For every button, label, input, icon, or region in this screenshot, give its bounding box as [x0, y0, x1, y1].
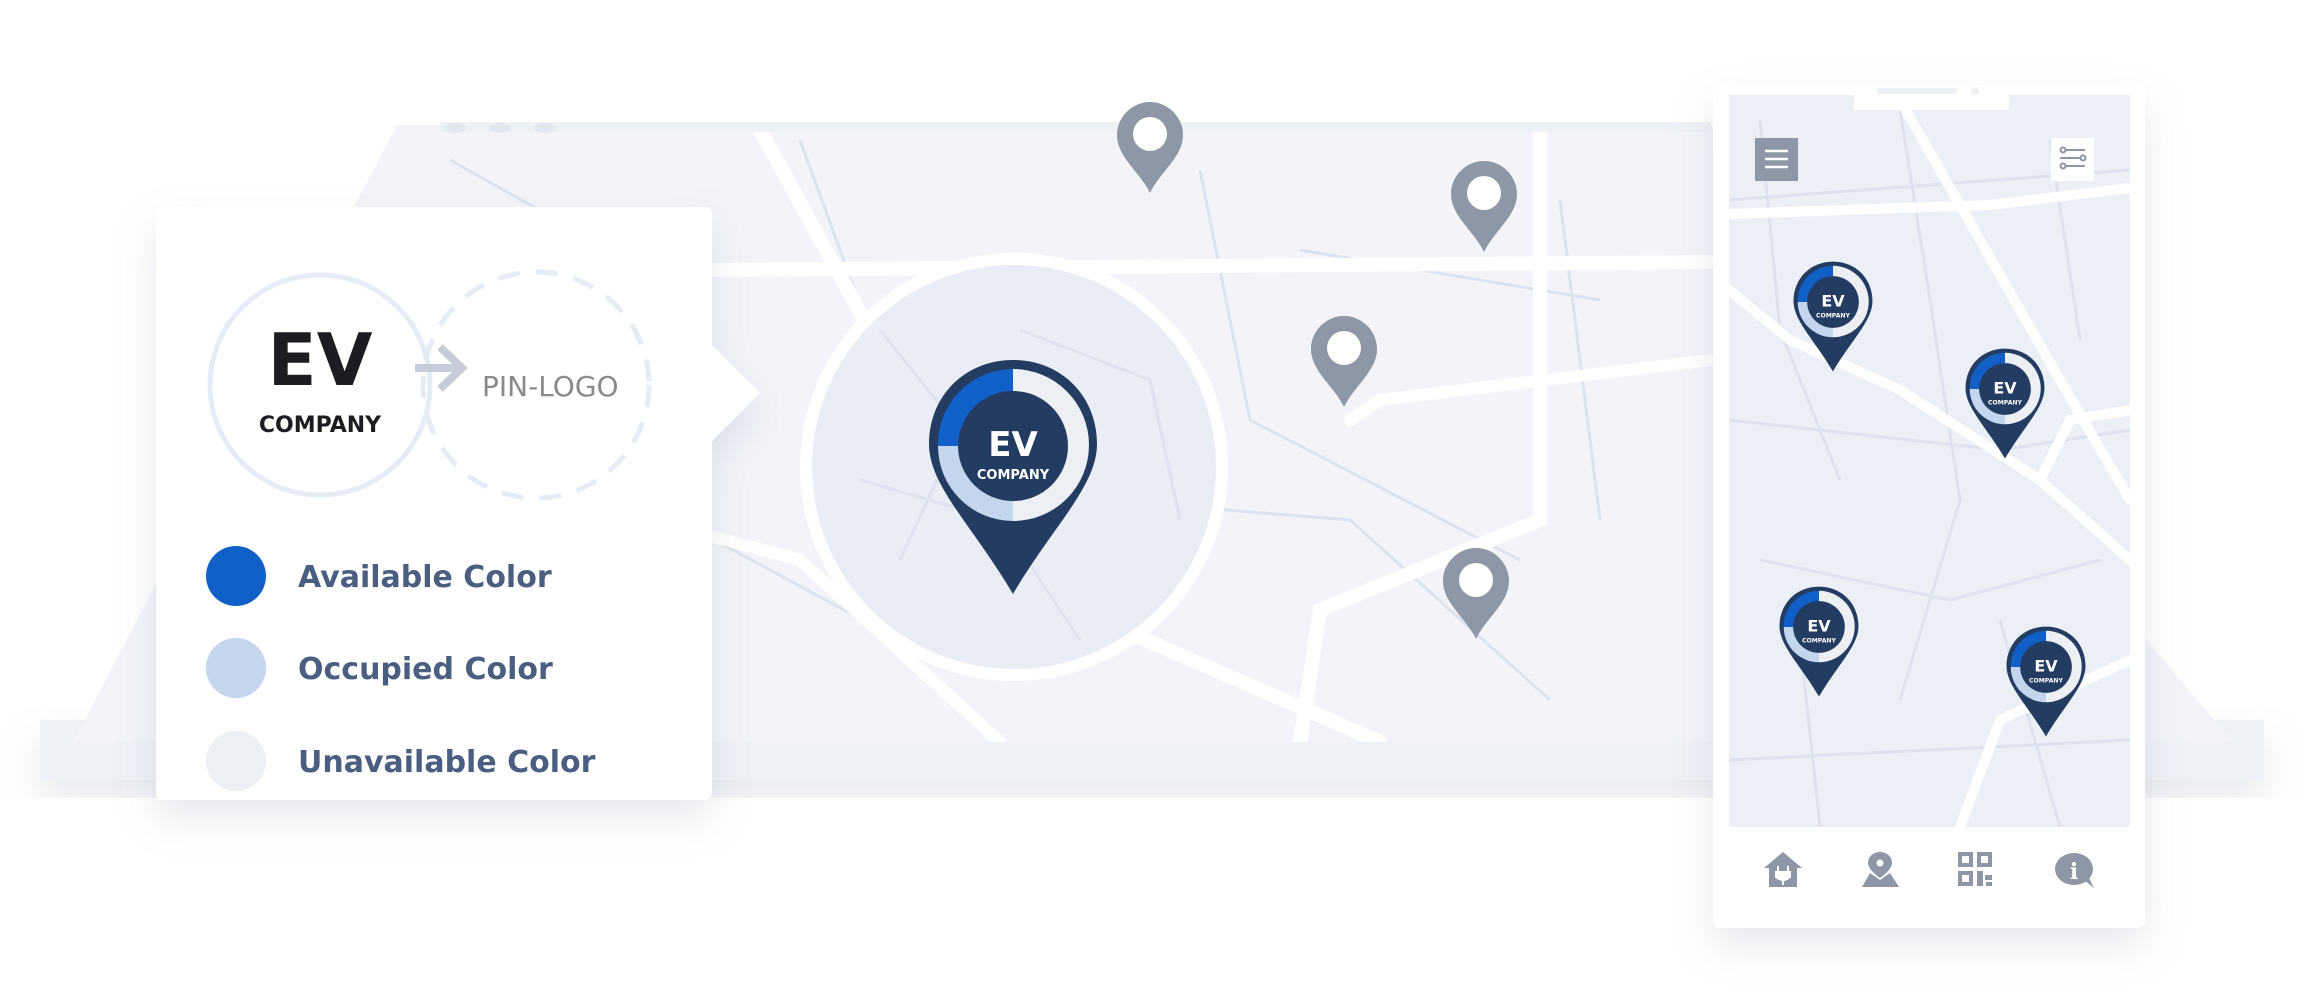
menu-button[interactable] [1755, 138, 1798, 181]
pin-brand-text: EV [1821, 292, 1845, 311]
pin-company-text: COMPANY [1988, 400, 2023, 407]
pin-company-text: COMPANY [1816, 313, 1851, 320]
svg-text:i: i [2070, 859, 2078, 885]
logo-company-text: COMPANY [259, 413, 382, 438]
pin-brand-text: EV [1993, 379, 2017, 398]
pin-company-text: COMPANY [977, 468, 1050, 483]
ev-logo: EV [268, 318, 373, 402]
legend-label: Unavailable Color [298, 745, 596, 780]
color-swatch [206, 638, 266, 698]
pin-company-text: COMPANY [1802, 638, 1837, 645]
filter-sliders-icon [2059, 146, 2087, 170]
window-dots [444, 123, 556, 133]
phone-mockup: EV COMPANY EV COMPANY EV COMPANY EV COMP… [1713, 85, 2145, 928]
pin-brand-text: EV [2034, 657, 2058, 676]
legend-label: Available Color [298, 560, 552, 595]
color-swatch [206, 546, 266, 606]
ev-pin-illustration: EV COMPANY EV COMPANY PIN-LOGO Available… [40, 85, 2264, 928]
pin-brand-text: EV [988, 425, 1038, 465]
legend-card: EV COMPANY PIN-LOGO Available Color Occu… [156, 207, 760, 800]
filter-button[interactable] [2051, 138, 2094, 181]
pin-brand-text: EV [1807, 617, 1831, 636]
magnified-area: EV COMPANY [800, 253, 1228, 681]
color-swatch [206, 731, 266, 791]
pin-company-text: COMPANY [2029, 678, 2064, 685]
pin-logo-label: PIN-LOGO [482, 370, 619, 403]
legend-label: Occupied Color [298, 652, 553, 687]
